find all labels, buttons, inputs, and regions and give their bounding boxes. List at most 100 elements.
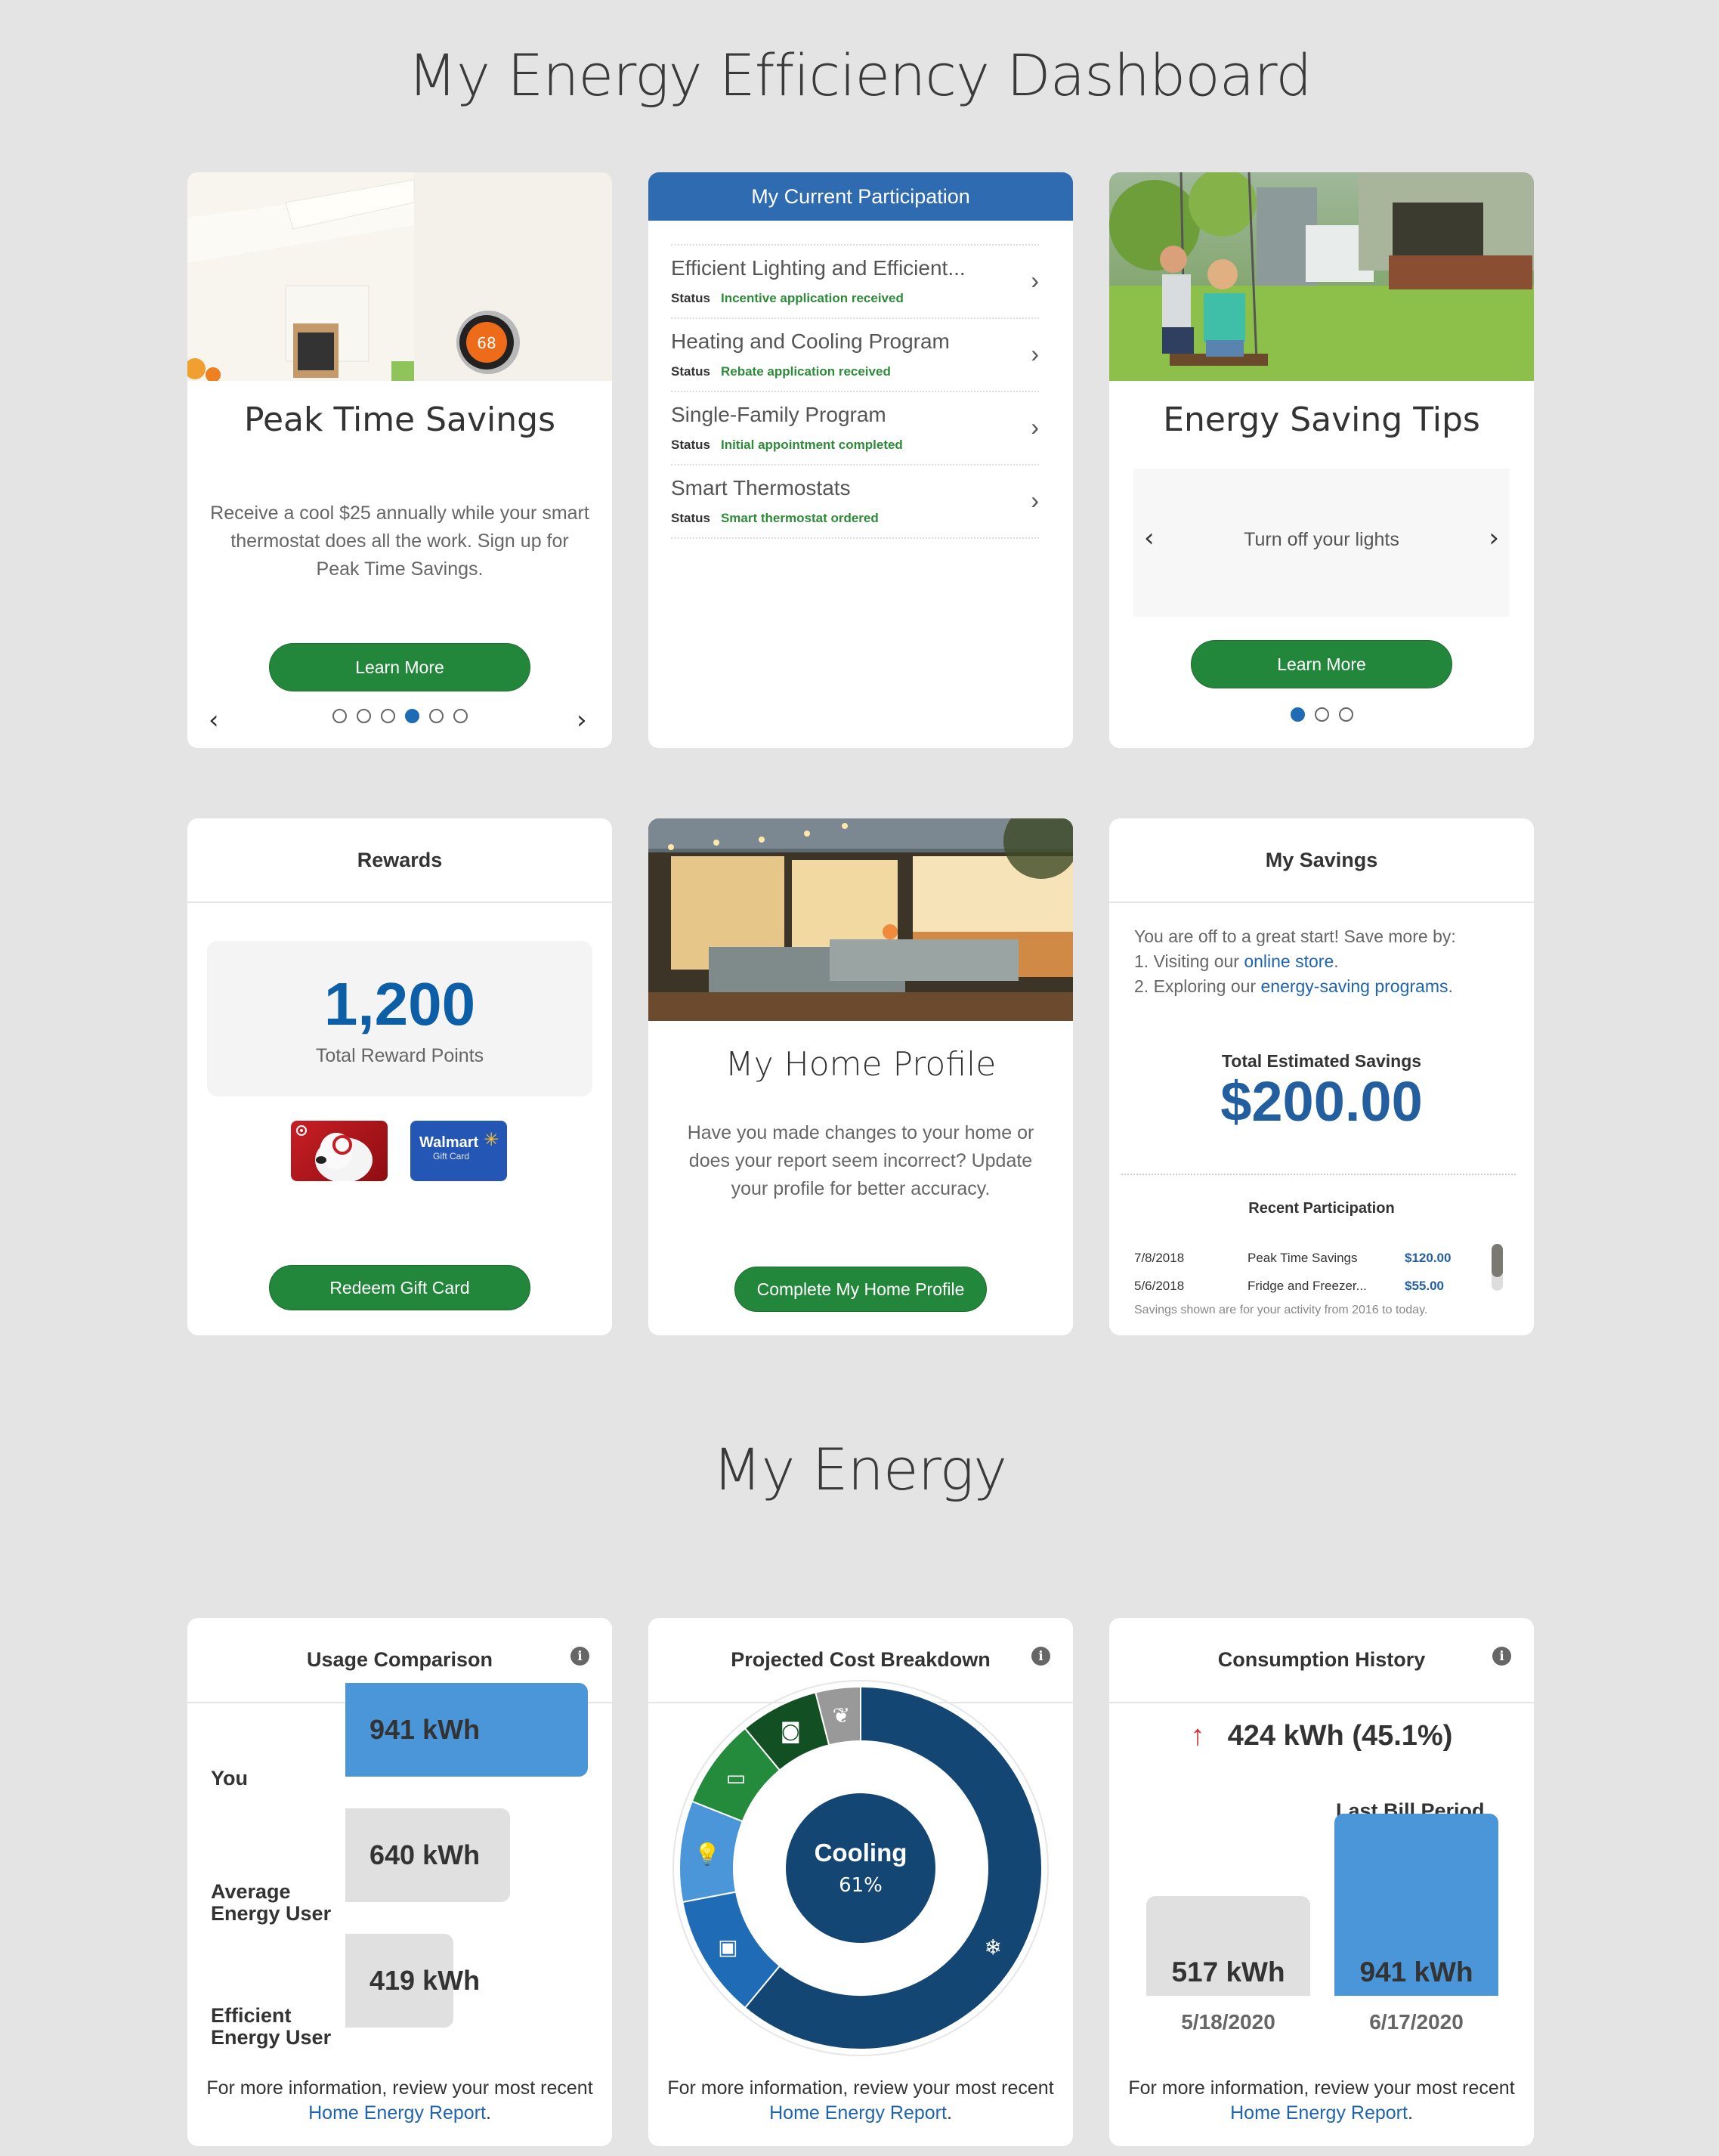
info-icon[interactable]: i xyxy=(1492,1647,1511,1666)
cost-breakdown-donut-chart: ❄ ▣ 💡 ▭ ◙ ❦ Cooling 61% xyxy=(672,1680,1049,2056)
energy-saving-programs-link[interactable]: energy-saving programs xyxy=(1260,976,1448,996)
consumption-change: ↑ 424 kWh (45.1%) xyxy=(1109,1720,1534,1752)
usage-bar: 640 kWh xyxy=(345,1808,510,1902)
program-status: Status Rebate application received xyxy=(671,364,891,379)
usage-bar-label: 941 kWh xyxy=(369,1714,481,1745)
divider xyxy=(1121,1174,1516,1175)
participation-amount: $55.00 xyxy=(1405,1279,1444,1293)
consumption-bar: 517 kWh xyxy=(1146,1896,1310,1996)
home-profile-card: My Home Profile Have you made changes to… xyxy=(648,818,1073,1335)
online-store-link[interactable]: online store xyxy=(1244,951,1334,971)
page-title: My Energy Efficiency Dashboard xyxy=(407,42,1312,109)
carousel-dot[interactable] xyxy=(453,709,468,723)
participation-item[interactable]: Single-Family Program Status Initial appoi… xyxy=(671,392,1039,466)
program-name: Heating and Cooling Program xyxy=(671,329,950,353)
my-savings-card: My Savings You are off to a great start!… xyxy=(1109,818,1534,1335)
kids-swing-image xyxy=(1109,172,1534,381)
period: . xyxy=(946,2102,952,2124)
donut-center-value: 61% xyxy=(839,1874,883,1897)
reward-points-value: 1,200 xyxy=(323,970,476,1038)
consumption-bar: 941 kWh xyxy=(1334,1814,1498,1996)
home-energy-report-link[interactable]: Home Energy Report xyxy=(769,2102,947,2124)
carousel-dot[interactable] xyxy=(404,709,419,723)
carousel-dot[interactable] xyxy=(1338,707,1353,722)
tv-icon: ▭ xyxy=(726,1765,746,1790)
period: . xyxy=(1334,951,1339,971)
carousel-dot[interactable] xyxy=(1290,707,1305,722)
status-value: Initial appointment completed xyxy=(720,438,903,452)
consumption-history-card: Consumption History i ↑ 424 kWh (45.1%) L… xyxy=(1109,1618,1534,2146)
participation-item[interactable]: Smart Thermostats Status Smart thermostat … xyxy=(671,466,1039,539)
tips-learn-more-button[interactable]: Learn More xyxy=(1191,640,1452,688)
usage-category-label: Efficient Energy User xyxy=(211,2004,332,2049)
status-label: Status xyxy=(671,438,710,452)
home-energy-report-link[interactable]: Home Energy Report xyxy=(1230,2102,1408,2124)
participation-date: 7/8/2018 xyxy=(1134,1251,1185,1265)
kitchen-thermostat-image: 68 xyxy=(187,172,612,381)
status-value: Incentive application received xyxy=(720,291,904,305)
consumption-footer: For more information, review your most r… xyxy=(1109,2076,1534,2126)
carousel-dot[interactable] xyxy=(380,709,395,723)
peak-time-savings-card: 68 Peak Time Savings Receive a cool $25 … xyxy=(187,172,612,748)
participation-date: 5/6/2018 xyxy=(1134,1279,1185,1293)
target-gift-card[interactable] xyxy=(291,1121,388,1181)
donut-center-label: Cooling xyxy=(815,1839,907,1867)
period: . xyxy=(1448,976,1453,996)
usage-bar: 419 kWh xyxy=(345,1934,480,2028)
total-savings-value: $200.00 xyxy=(1220,1070,1423,1133)
chevron-right-icon[interactable]: › xyxy=(1031,267,1039,295)
tip-carousel: ‹ Turn off your lights › xyxy=(1133,469,1510,617)
breakdown-footer: For more information, review your most r… xyxy=(648,2076,1073,2126)
complete-home-profile-button[interactable]: Complete My Home Profile xyxy=(734,1267,987,1312)
participation-item[interactable]: Efficient Lighting and Efficient... Statu… xyxy=(671,246,1039,319)
carousel-dots xyxy=(187,709,612,723)
participation-program: Peak Time Savings xyxy=(1248,1251,1358,1265)
carousel-dot[interactable] xyxy=(332,709,347,723)
savings-tip-1-text: 1. Visiting our xyxy=(1134,951,1244,971)
consumption-date-label: 6/17/2020 xyxy=(1369,2010,1464,2034)
consumption-history-title: Consumption History xyxy=(1109,1618,1534,1703)
walmart-gift-card[interactable]: Walmart Gift Card ✳ xyxy=(410,1121,507,1181)
recent-participation-scrollbar[interactable] xyxy=(1492,1244,1503,1291)
program-status: Status Incentive application received xyxy=(671,291,904,306)
peak-time-learn-more-button[interactable]: Learn More xyxy=(269,643,530,691)
info-icon[interactable]: i xyxy=(570,1647,589,1666)
snowflake-icon: ❄ xyxy=(985,1935,1002,1960)
home-profile-description: Have you made changes to your home or do… xyxy=(687,1122,1034,1199)
scrollbar-thumb[interactable] xyxy=(1492,1244,1503,1277)
peak-time-description: Receive a cool $25 annually while your s… xyxy=(210,503,589,580)
chevron-right-icon[interactable]: › xyxy=(1031,340,1039,368)
dashboard-page: My Energy Efficiency Dashboard 68 Peak T xyxy=(0,0,1719,2156)
status-label: Status xyxy=(671,364,710,379)
usage-footer: For more information, review your most r… xyxy=(187,2076,612,2126)
status-label: Status xyxy=(671,291,710,305)
info-icon[interactable]: i xyxy=(1031,1647,1050,1666)
arrow-up-icon: ↑ xyxy=(1190,1720,1205,1752)
program-status: Status Smart thermostat ordered xyxy=(671,511,879,526)
participation-list: Efficient Lighting and Efficient... Statu… xyxy=(671,244,1039,539)
usage-bar-label: 419 kWh xyxy=(369,1965,481,1996)
carousel-dot[interactable] xyxy=(1314,707,1329,722)
tip-text: Turn off your lights xyxy=(1244,529,1399,550)
total-savings-label: Total Estimated Savings xyxy=(1221,1051,1422,1071)
participation-item[interactable]: Heating and Cooling Program Status Rebate … xyxy=(671,319,1039,392)
chevron-right-icon[interactable]: › xyxy=(1031,413,1039,441)
carousel-dot[interactable] xyxy=(356,709,371,723)
savings-tip-1: 1. Visiting our online store. xyxy=(1134,949,1519,974)
consumption-date-label: 5/18/2020 xyxy=(1181,2010,1275,2034)
home-energy-report-link[interactable]: Home Energy Report xyxy=(308,2102,486,2124)
carousel-dot[interactable] xyxy=(428,709,444,723)
participation-header: My Current Participation xyxy=(648,172,1073,221)
rewards-title: Rewards xyxy=(187,818,612,903)
carousel-dots xyxy=(1109,707,1534,722)
usage-bar-label: 640 kWh xyxy=(369,1839,481,1870)
footer-text: For more information, review your most r… xyxy=(206,2077,593,2099)
savings-note: Savings shown are for your activity from… xyxy=(1134,1304,1428,1316)
my-energy-heading: My Energy xyxy=(712,1436,1007,1503)
chevron-right-icon[interactable]: › xyxy=(1489,525,1499,551)
peak-time-title: Peak Time Savings xyxy=(243,401,556,439)
status-label: Status xyxy=(671,511,710,525)
redeem-gift-card-button[interactable]: Redeem Gift Card xyxy=(269,1265,530,1310)
chevron-right-icon[interactable]: › xyxy=(1031,487,1039,515)
appliances-icon: ▣ xyxy=(718,1935,737,1960)
